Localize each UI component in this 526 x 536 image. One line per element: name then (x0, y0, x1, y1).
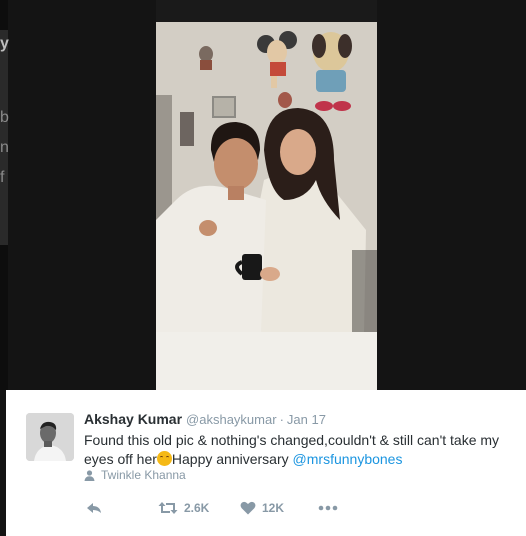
tagged-users[interactable]: Twinkle Khanna (84, 468, 186, 482)
author-handle[interactable]: @akshaykumar (186, 412, 277, 427)
avatar[interactable] (26, 413, 74, 461)
backdrop-glyph: y (0, 35, 9, 52)
tweet-date[interactable]: Jan 17 (287, 412, 326, 427)
tweet-header: Akshay Kumar @akshaykumar · Jan 17 (84, 411, 326, 427)
tweet-photo[interactable] (156, 0, 377, 390)
reply-button[interactable] (86, 501, 158, 515)
heart-icon (240, 501, 256, 515)
retweet-count: 2.6K (184, 501, 210, 515)
header-separator: · (279, 412, 284, 427)
tweet-text: Found this old pic & nothing's changed,c… (84, 431, 504, 469)
tweet-card: Akshay Kumar @akshaykumar · Jan 17 Found th… (6, 390, 526, 536)
more-options-button[interactable] (318, 505, 338, 511)
smiling-face-emoji (156, 451, 172, 466)
background-page-fragment: y b n f (0, 30, 9, 245)
like-button[interactable]: 12K (240, 501, 318, 515)
retweet-icon (158, 502, 178, 514)
backdrop-glyph: b (0, 109, 9, 126)
backdrop-glyph: f (0, 169, 5, 186)
author-name[interactable]: Akshay Kumar (84, 411, 182, 427)
more-dots-icon (318, 505, 338, 511)
retweet-button[interactable]: 2.6K (158, 501, 240, 515)
like-count: 12K (262, 501, 285, 515)
tweet-text-part2: Happy anniversary (171, 451, 293, 467)
reply-icon (87, 503, 101, 513)
tagged-user-name: Twinkle Khanna (101, 468, 186, 482)
backdrop-glyph: n (0, 139, 9, 156)
person-icon (84, 469, 95, 481)
mention-link[interactable]: @mrsfunnybones (293, 451, 403, 467)
tweet-actions: 2.6K 12K (86, 498, 338, 518)
